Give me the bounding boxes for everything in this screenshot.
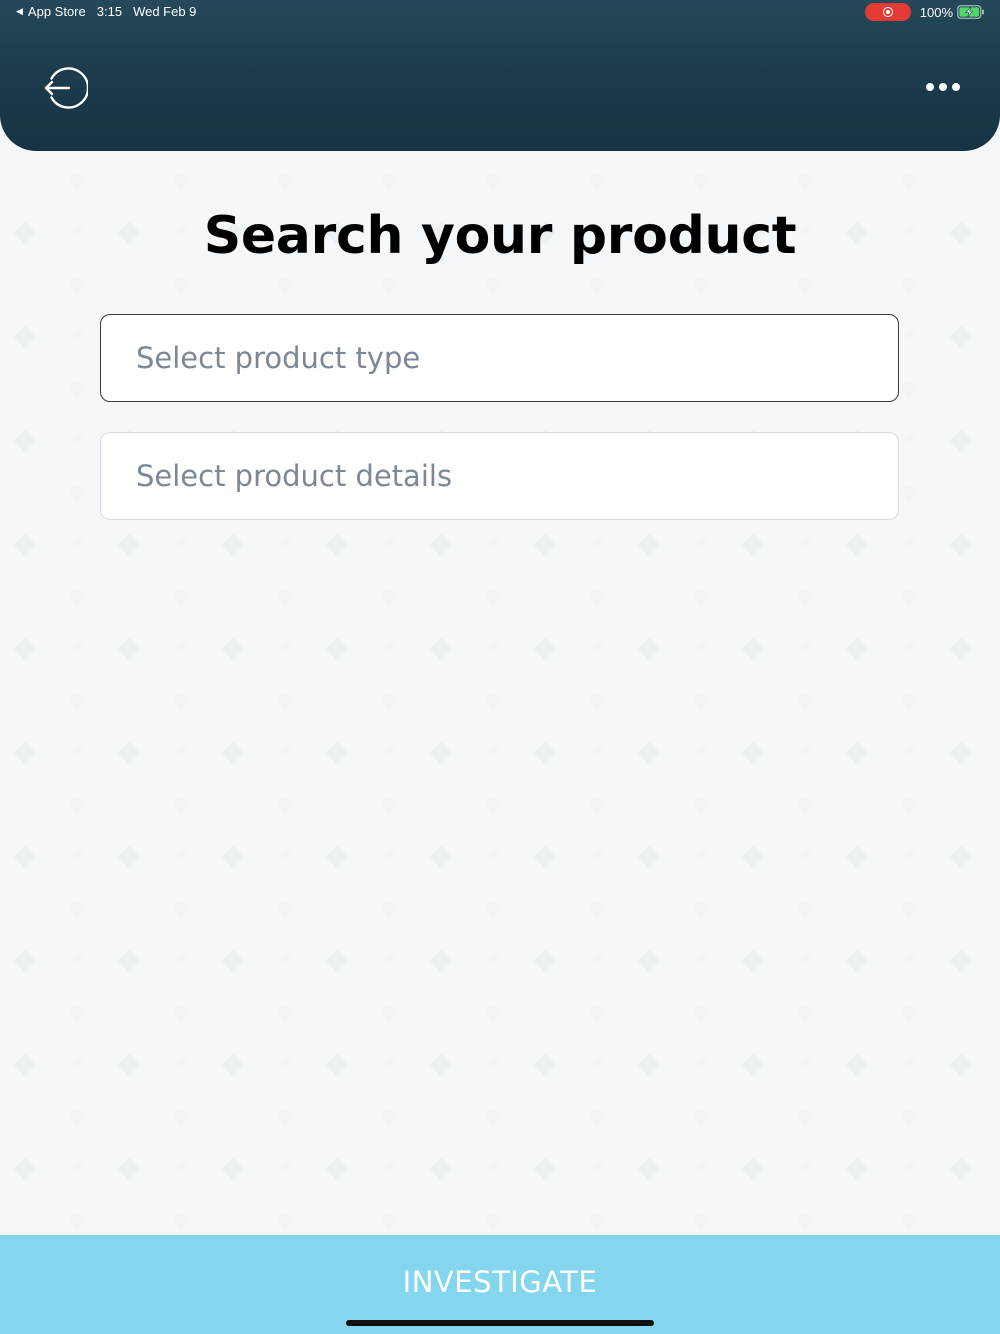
background-diamond-pattern <box>0 0 1000 1334</box>
more-menu-button[interactable] <box>920 74 966 100</box>
status-time: 3:15 <box>96 4 123 19</box>
status-bar: ◀ App Store 3:15 Wed Feb 9 100% <box>0 0 1000 24</box>
more-dot <box>952 83 960 91</box>
app-header: ◀ App Store 3:15 Wed Feb 9 100% <box>0 0 1000 151</box>
logout-back-icon <box>44 67 90 109</box>
more-dot <box>926 83 934 91</box>
screen-recording-indicator[interactable] <box>864 3 911 21</box>
status-date: Wed Feb 9 <box>133 4 197 19</box>
product-details-select[interactable]: Select product details <box>100 432 899 520</box>
battery-percent: 100% <box>919 4 953 20</box>
status-right: 100% <box>864 3 985 21</box>
back-to-app-icon[interactable]: ◀ <box>16 6 23 17</box>
logout-back-button[interactable] <box>42 65 90 111</box>
battery-charging-icon <box>957 5 984 19</box>
product-details-placeholder: Select product details <box>136 459 453 493</box>
record-icon <box>882 7 893 17</box>
back-app-label[interactable]: App Store <box>28 4 86 19</box>
product-type-placeholder: Select product type <box>136 341 421 375</box>
status-left: ◀ App Store 3:15 Wed Feb 9 <box>16 4 196 19</box>
home-indicator[interactable] <box>346 1320 654 1326</box>
page-title: Search your product <box>203 206 797 266</box>
more-dot <box>939 83 947 91</box>
product-type-select[interactable]: Select product type <box>100 314 899 402</box>
